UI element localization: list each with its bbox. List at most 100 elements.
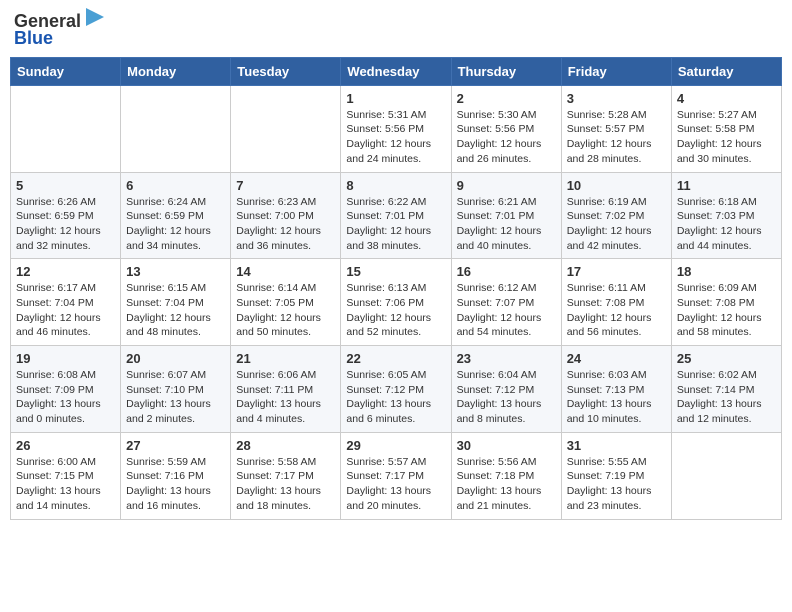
day-info: Sunrise: 6:23 AM Sunset: 7:00 PM Dayligh… — [236, 195, 335, 254]
calendar-table: SundayMondayTuesdayWednesdayThursdayFrid… — [10, 57, 782, 520]
day-info: Sunrise: 6:15 AM Sunset: 7:04 PM Dayligh… — [126, 281, 225, 340]
day-number: 22 — [346, 351, 445, 366]
day-number: 2 — [457, 91, 556, 106]
day-number: 9 — [457, 178, 556, 193]
calendar-header-row: SundayMondayTuesdayWednesdayThursdayFrid… — [11, 57, 782, 85]
calendar-week-3: 12 Sunrise: 6:17 AM Sunset: 7:04 PM Dayli… — [11, 259, 782, 346]
calendar-cell: 11 Sunrise: 6:18 AM Sunset: 7:03 PM Dayli… — [671, 172, 781, 259]
day-number: 4 — [677, 91, 776, 106]
day-info: Sunrise: 6:17 AM Sunset: 7:04 PM Dayligh… — [16, 281, 115, 340]
day-info: Sunrise: 6:05 AM Sunset: 7:12 PM Dayligh… — [346, 368, 445, 427]
calendar-cell: 28 Sunrise: 5:58 AM Sunset: 7:17 PM Dayli… — [231, 432, 341, 519]
day-info: Sunrise: 6:09 AM Sunset: 7:08 PM Dayligh… — [677, 281, 776, 340]
day-number: 12 — [16, 264, 115, 279]
calendar-cell: 17 Sunrise: 6:11 AM Sunset: 7:08 PM Dayli… — [561, 259, 671, 346]
calendar-cell: 27Sunrise: 5:59 AM Sunset: 7:16 PM Dayli… — [121, 432, 231, 519]
page-header: General Blue — [10, 10, 782, 49]
calendar-cell: 31 Sunrise: 5:55 AM Sunset: 7:19 PM Dayli… — [561, 432, 671, 519]
day-info: Sunrise: 5:56 AM Sunset: 7:18 PM Dayligh… — [457, 455, 556, 514]
day-number: 7 — [236, 178, 335, 193]
day-number: 16 — [457, 264, 556, 279]
day-info: Sunrise: 6:08 AM Sunset: 7:09 PM Dayligh… — [16, 368, 115, 427]
day-info: Sunrise: 6:07 AM Sunset: 7:10 PM Dayligh… — [126, 368, 225, 427]
day-info: Sunrise: 5:30 AM Sunset: 5:56 PM Dayligh… — [457, 108, 556, 167]
day-info: Sunrise: 6:19 AM Sunset: 7:02 PM Dayligh… — [567, 195, 666, 254]
calendar-cell — [231, 85, 341, 172]
calendar-cell: 26 Sunrise: 6:00 AM Sunset: 7:15 PM Dayli… — [11, 432, 121, 519]
calendar-cell: 6Sunrise: 6:24 AM Sunset: 6:59 PM Daylig… — [121, 172, 231, 259]
day-info: Sunrise: 6:26 AM Sunset: 6:59 PM Dayligh… — [16, 195, 115, 254]
day-number: 5 — [16, 178, 115, 193]
day-number: 28 — [236, 438, 335, 453]
day-info: Sunrise: 5:31 AM Sunset: 5:56 PM Dayligh… — [346, 108, 445, 167]
calendar-cell: 20 Sunrise: 6:07 AM Sunset: 7:10 PM Dayli… — [121, 346, 231, 433]
weekday-header-wednesday: Wednesday — [341, 57, 451, 85]
weekday-header-friday: Friday — [561, 57, 671, 85]
day-number: 18 — [677, 264, 776, 279]
day-number: 21 — [236, 351, 335, 366]
calendar-cell: 14 Sunrise: 6:14 AM Sunset: 7:05 PM Dayli… — [231, 259, 341, 346]
calendar-week-2: 5 Sunrise: 6:26 AM Sunset: 6:59 PM Daylig… — [11, 172, 782, 259]
calendar-cell: 3 Sunrise: 5:28 AM Sunset: 5:57 PM Daylig… — [561, 85, 671, 172]
calendar-cell: 24Sunrise: 6:03 AM Sunset: 7:13 PM Dayli… — [561, 346, 671, 433]
day-info: Sunrise: 6:21 AM Sunset: 7:01 PM Dayligh… — [457, 195, 556, 254]
calendar-cell: 30 Sunrise: 5:56 AM Sunset: 7:18 PM Dayli… — [451, 432, 561, 519]
day-number: 31 — [567, 438, 666, 453]
day-number: 3 — [567, 91, 666, 106]
day-info: Sunrise: 6:06 AM Sunset: 7:11 PM Dayligh… — [236, 368, 335, 427]
weekday-header-monday: Monday — [121, 57, 231, 85]
calendar-week-5: 26 Sunrise: 6:00 AM Sunset: 7:15 PM Dayli… — [11, 432, 782, 519]
calendar-cell: 9 Sunrise: 6:21 AM Sunset: 7:01 PM Daylig… — [451, 172, 561, 259]
day-number: 14 — [236, 264, 335, 279]
day-number: 13 — [126, 264, 225, 279]
day-info: Sunrise: 6:02 AM Sunset: 7:14 PM Dayligh… — [677, 368, 776, 427]
calendar-cell: 1 Sunrise: 5:31 AM Sunset: 5:56 PM Daylig… — [341, 85, 451, 172]
day-info: Sunrise: 6:18 AM Sunset: 7:03 PM Dayligh… — [677, 195, 776, 254]
weekday-header-tuesday: Tuesday — [231, 57, 341, 85]
day-number: 26 — [16, 438, 115, 453]
day-info: Sunrise: 5:58 AM Sunset: 7:17 PM Dayligh… — [236, 455, 335, 514]
calendar-cell — [11, 85, 121, 172]
day-number: 6 — [126, 178, 225, 193]
day-info: Sunrise: 6:11 AM Sunset: 7:08 PM Dayligh… — [567, 281, 666, 340]
calendar-cell: 21 Sunrise: 6:06 AM Sunset: 7:11 PM Dayli… — [231, 346, 341, 433]
calendar-cell: 12 Sunrise: 6:17 AM Sunset: 7:04 PM Dayli… — [11, 259, 121, 346]
weekday-header-saturday: Saturday — [671, 57, 781, 85]
day-number: 25 — [677, 351, 776, 366]
calendar-cell: 23Sunrise: 6:04 AM Sunset: 7:12 PM Dayli… — [451, 346, 561, 433]
day-number: 1 — [346, 91, 445, 106]
day-number: 24 — [567, 351, 666, 366]
day-number: 19 — [16, 351, 115, 366]
day-info: Sunrise: 5:57 AM Sunset: 7:17 PM Dayligh… — [346, 455, 445, 514]
day-info: Sunrise: 5:55 AM Sunset: 7:19 PM Dayligh… — [567, 455, 666, 514]
calendar-cell: 5 Sunrise: 6:26 AM Sunset: 6:59 PM Daylig… — [11, 172, 121, 259]
calendar-cell: 16Sunrise: 6:12 AM Sunset: 7:07 PM Dayli… — [451, 259, 561, 346]
day-info: Sunrise: 5:59 AM Sunset: 7:16 PM Dayligh… — [126, 455, 225, 514]
weekday-header-sunday: Sunday — [11, 57, 121, 85]
day-info: Sunrise: 5:28 AM Sunset: 5:57 PM Dayligh… — [567, 108, 666, 167]
day-info: Sunrise: 6:04 AM Sunset: 7:12 PM Dayligh… — [457, 368, 556, 427]
calendar-cell: 15Sunrise: 6:13 AM Sunset: 7:06 PM Dayli… — [341, 259, 451, 346]
day-number: 29 — [346, 438, 445, 453]
calendar-cell — [121, 85, 231, 172]
day-info: Sunrise: 6:13 AM Sunset: 7:06 PM Dayligh… — [346, 281, 445, 340]
calendar-cell: 22 Sunrise: 6:05 AM Sunset: 7:12 PM Dayli… — [341, 346, 451, 433]
calendar-cell: 13 Sunrise: 6:15 AM Sunset: 7:04 PM Dayli… — [121, 259, 231, 346]
logo-arrow-icon — [84, 6, 106, 28]
day-number: 20 — [126, 351, 225, 366]
day-number: 17 — [567, 264, 666, 279]
day-info: Sunrise: 6:22 AM Sunset: 7:01 PM Dayligh… — [346, 195, 445, 254]
day-info: Sunrise: 6:14 AM Sunset: 7:05 PM Dayligh… — [236, 281, 335, 340]
calendar-cell: 25 Sunrise: 6:02 AM Sunset: 7:14 PM Dayli… — [671, 346, 781, 433]
day-number: 10 — [567, 178, 666, 193]
calendar-cell: 7 Sunrise: 6:23 AM Sunset: 7:00 PM Daylig… — [231, 172, 341, 259]
calendar-cell: 18 Sunrise: 6:09 AM Sunset: 7:08 PM Dayli… — [671, 259, 781, 346]
calendar-cell: 19 Sunrise: 6:08 AM Sunset: 7:09 PM Dayli… — [11, 346, 121, 433]
calendar-cell: 29 Sunrise: 5:57 AM Sunset: 7:17 PM Dayli… — [341, 432, 451, 519]
day-number: 8 — [346, 178, 445, 193]
day-info: Sunrise: 6:00 AM Sunset: 7:15 PM Dayligh… — [16, 455, 115, 514]
calendar-week-1: 1 Sunrise: 5:31 AM Sunset: 5:56 PM Daylig… — [11, 85, 782, 172]
day-number: 30 — [457, 438, 556, 453]
calendar-cell — [671, 432, 781, 519]
day-number: 11 — [677, 178, 776, 193]
